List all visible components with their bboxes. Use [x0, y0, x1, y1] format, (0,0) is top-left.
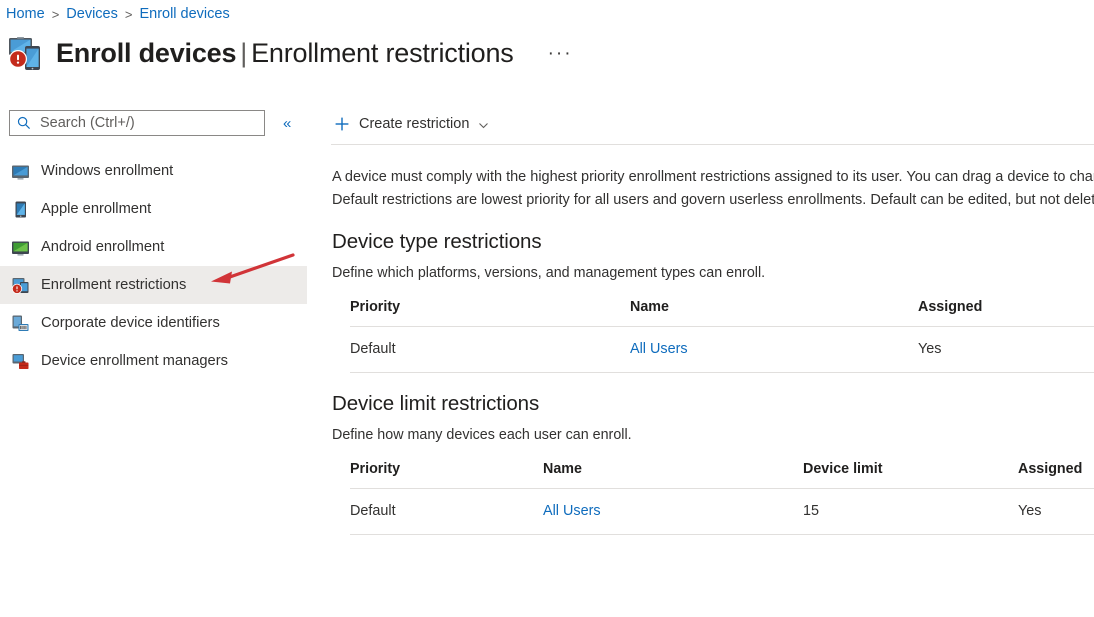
- apple-tablet-icon: [11, 200, 30, 219]
- description-text: A device must comply with the highest pr…: [332, 169, 1094, 208]
- windows-monitor-icon: [11, 162, 30, 181]
- sidebar-item-enrollment-restrictions[interactable]: Enrollment restrictions: [0, 266, 307, 304]
- sidebar-item-label: Windows enrollment: [41, 163, 174, 179]
- sidebar-item-apple-enrollment[interactable]: Apple enrollment: [0, 190, 307, 228]
- cell-device-limit: 15: [803, 488, 1018, 535]
- sidebar-item-windows-enrollment[interactable]: Windows enrollment: [0, 152, 307, 190]
- page-title-primary: Enroll devices: [56, 38, 237, 68]
- overflow-menu-button[interactable]: ···: [544, 42, 577, 70]
- enroll-devices-restriction-icon: [6, 34, 46, 72]
- cell-priority: Default: [350, 326, 630, 373]
- sidebar-nav-list: Windows enrollment Apple enrollment Andr…: [0, 152, 320, 380]
- cell-name: All Users: [630, 326, 918, 373]
- column-header-priority[interactable]: Priority: [350, 461, 543, 489]
- device-limit-restrictions-table: Priority Name Device limit Assigned Defa…: [350, 461, 1094, 535]
- page-description: A device must comply with the highest pr…: [332, 166, 1094, 211]
- collapse-sidebar-button[interactable]: «: [279, 113, 295, 134]
- briefcase-device-icon: [11, 352, 30, 371]
- restriction-badge-icon: [11, 276, 30, 295]
- page-title-separator: |: [240, 38, 248, 68]
- sidebar-item-label: Android enrollment: [41, 239, 165, 255]
- sidebar-item-device-enrollment-managers[interactable]: Device enrollment managers: [0, 342, 307, 380]
- toolbar: Create restriction: [320, 104, 1094, 144]
- breadcrumb-item-home[interactable]: Home: [6, 6, 45, 22]
- section-subtitle: Define how many devices each user can en…: [332, 427, 632, 443]
- main-content: Create restriction A device must comply …: [320, 104, 1094, 617]
- section-title: Device limit restrictions: [332, 392, 540, 415]
- section-device-type-restrictions: Device type restrictions Define which pl…: [332, 230, 1094, 373]
- sidebar-search-row: «: [0, 104, 320, 142]
- table-row[interactable]: Default All Users Yes: [350, 326, 1094, 373]
- sidebar: « Windows enrollment: [0, 104, 320, 617]
- column-header-name[interactable]: Name: [630, 299, 918, 327]
- create-restriction-label: Create restriction: [359, 116, 470, 132]
- column-header-assigned[interactable]: Assigned: [918, 299, 1094, 327]
- table-row[interactable]: Default All Users 15 Yes: [350, 488, 1094, 535]
- create-restriction-button[interactable]: Create restriction: [332, 112, 495, 136]
- page-title: Enroll devices | Enrollment restrictions: [56, 36, 514, 70]
- cell-assigned: Yes: [1018, 488, 1094, 535]
- sidebar-item-label: Corporate device identifiers: [41, 315, 220, 331]
- plus-icon: [334, 116, 350, 132]
- android-screen-icon: [11, 238, 30, 257]
- table-header-row: Priority Name Assigned: [350, 299, 1094, 327]
- device-type-restrictions-table: Priority Name Assigned Default All Users…: [350, 299, 1094, 373]
- breadcrumb-separator: >: [51, 6, 60, 22]
- restriction-name-link[interactable]: All Users: [543, 503, 601, 519]
- search-box[interactable]: [9, 110, 265, 136]
- search-icon: [17, 116, 31, 130]
- chevron-down-icon: [478, 119, 489, 130]
- toolbar-divider: [331, 144, 1094, 145]
- section-device-limit-restrictions: Device limit restrictions Define how man…: [332, 392, 1094, 535]
- breadcrumb: Home > Devices > Enroll devices: [6, 3, 230, 25]
- breadcrumb-item-devices[interactable]: Devices: [66, 6, 118, 22]
- sidebar-item-label: Device enrollment managers: [41, 353, 228, 369]
- sidebar-item-label: Enrollment restrictions: [41, 277, 187, 293]
- page-title-secondary: Enrollment restrictions: [251, 38, 514, 68]
- column-header-assigned[interactable]: Assigned: [1018, 461, 1094, 489]
- cell-assigned: Yes: [918, 326, 1094, 373]
- sidebar-item-android-enrollment[interactable]: Android enrollment: [0, 228, 307, 266]
- column-header-priority[interactable]: Priority: [350, 299, 630, 327]
- page-title-row: Enroll devices | Enrollment restrictions ·…: [6, 32, 577, 74]
- cell-name: All Users: [543, 488, 803, 535]
- column-header-device-limit[interactable]: Device limit: [803, 461, 1018, 489]
- section-subtitle: Define which platforms, versions, and ma…: [332, 265, 766, 281]
- breadcrumb-separator: >: [124, 6, 133, 22]
- cell-priority: Default: [350, 488, 543, 535]
- restriction-name-link[interactable]: All Users: [630, 341, 688, 357]
- section-title: Device type restrictions: [332, 230, 542, 253]
- column-header-name[interactable]: Name: [543, 461, 803, 489]
- sidebar-item-corporate-device-identifiers[interactable]: Corporate device identifiers: [0, 304, 307, 342]
- breadcrumb-item-enroll-devices[interactable]: Enroll devices: [139, 6, 229, 22]
- sidebar-item-label: Apple enrollment: [41, 201, 152, 217]
- table-header-row: Priority Name Device limit Assigned: [350, 461, 1094, 489]
- barcode-device-icon: [11, 314, 30, 333]
- search-input[interactable]: [38, 114, 248, 132]
